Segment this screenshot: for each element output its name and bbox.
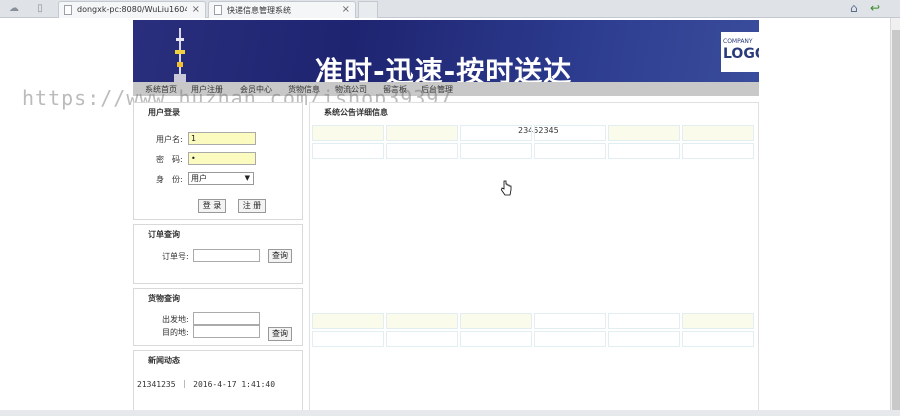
goods-query-title: 货物查询 (148, 294, 180, 303)
table-cell (460, 313, 532, 329)
tower-icon (174, 28, 186, 82)
table-cell (386, 313, 458, 329)
close-icon[interactable]: × (342, 4, 350, 15)
news-title: 新闻动态 (148, 356, 180, 365)
table-cell (608, 313, 680, 329)
password-label: 密 码: (156, 155, 183, 164)
order-query-title: 订单查询 (148, 230, 180, 239)
home-icon[interactable]: ⌂ (850, 1, 858, 15)
order-query-panel: 订单查询 订单号: 查询 (133, 224, 303, 284)
tab-title: dongxk-pc:8080/WuLiu1604/ (77, 5, 187, 14)
banner-slogan: 准时-迅速-按时送达 (315, 55, 573, 82)
login-panel: 用户登录 用户名: 1 密 码: • 身 份: 用户 ▼ 登 录 注 册 (133, 102, 303, 220)
table-cell (460, 143, 532, 159)
table-cell (608, 331, 680, 347)
tab-dongxk[interactable]: dongxk-pc:8080/WuLiu1604/ × (58, 1, 206, 18)
table-cell (386, 125, 458, 141)
order-query-button[interactable]: 查询 (268, 249, 292, 263)
to-label: 目的地: (162, 328, 189, 337)
order-number-input[interactable] (193, 249, 260, 262)
to-input[interactable] (193, 325, 260, 338)
announcement-panel: 系统公告详细信息 23452345 (309, 102, 759, 412)
table-cell (534, 331, 606, 347)
cloud-icon[interactable]: ☁ (8, 3, 20, 15)
table-cell (682, 331, 754, 347)
table-cell (534, 313, 606, 329)
browser-tabbar: ☁ ▯ dongxk-pc:8080/WuLiu1604/ × 快递信息管理系统… (0, 0, 900, 18)
from-label: 出发地: (162, 315, 189, 324)
table-cell (682, 313, 754, 329)
table-cell (682, 143, 754, 159)
table-cell (312, 125, 384, 141)
from-input[interactable] (193, 312, 260, 325)
table-cell (534, 125, 606, 141)
table-cell (460, 125, 532, 141)
table-cell (460, 331, 532, 347)
role-label: 身 份: (156, 175, 183, 184)
news-panel: 新闻动态 21341235 ｜ 2016-4-17 1:41:40 (133, 350, 303, 412)
new-tab-button[interactable] (358, 1, 378, 18)
close-icon[interactable]: × (192, 4, 200, 15)
site-banner: 准时-迅速-按时送达 COMPANY LOGO (133, 20, 759, 82)
table-cell (312, 313, 384, 329)
sidebar-icon[interactable]: ▯ (34, 3, 46, 15)
password-input[interactable]: • (188, 152, 256, 165)
goods-query-panel: 货物查询 出发地: 目的地: 查询 (133, 288, 303, 346)
scrollbar-thumb[interactable] (892, 30, 900, 410)
username-input[interactable]: 1 (188, 132, 256, 145)
username-label: 用户名: (156, 135, 183, 144)
role-select[interactable]: 用户 ▼ (188, 172, 254, 185)
role-value: 用户 (191, 174, 207, 183)
tab-system[interactable]: 快递信息管理系统 × (208, 1, 356, 18)
login-title: 用户登录 (148, 108, 180, 117)
table-cell (312, 331, 384, 347)
document-icon (214, 5, 222, 15)
table-cell (608, 125, 680, 141)
news-item[interactable]: 21341235 ｜ 2016-4-17 1:41:40 (137, 379, 275, 390)
tab-title: 快递信息管理系统 (227, 6, 291, 15)
document-icon (64, 5, 72, 15)
login-button[interactable]: 登 录 (198, 199, 226, 213)
table-cell (312, 143, 384, 159)
back-arrow-icon[interactable]: ↩ (870, 1, 880, 15)
logo-company-text: COMPANY (723, 38, 753, 45)
status-bar (0, 410, 900, 416)
hand-cursor-icon (501, 180, 512, 196)
chevron-down-icon: ▼ (244, 174, 250, 182)
table-cell (386, 331, 458, 347)
table-cell (682, 125, 754, 141)
table-cell (386, 143, 458, 159)
vertical-scrollbar[interactable] (890, 18, 900, 410)
logo-text: LOGO (723, 46, 759, 62)
company-logo: COMPANY LOGO (721, 32, 759, 72)
register-button[interactable]: 注 册 (238, 199, 266, 213)
table-cell (534, 143, 606, 159)
announcement-title: 系统公告详细信息 (324, 108, 388, 117)
table-cell (608, 143, 680, 159)
goods-query-button[interactable]: 查询 (268, 327, 292, 341)
order-number-label: 订单号: (162, 252, 189, 261)
